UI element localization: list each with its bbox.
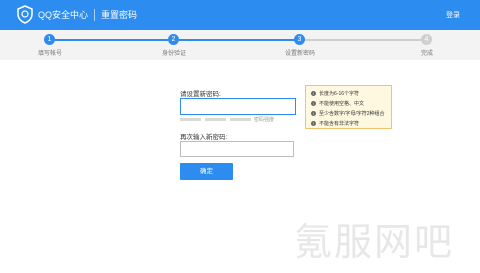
brand-name: QQ安全中心 (38, 10, 89, 20)
strength-bar-3 (230, 118, 251, 121)
strength-bar-2 (205, 118, 226, 121)
step-connector-3 (305, 39, 421, 41)
step-4-number: 4 (421, 34, 432, 45)
shield-logo-icon (17, 5, 33, 24)
strength-bar-1 (180, 118, 201, 121)
password-rules-tooltip: ! 长度为6-16个字符 ! 不能使用空格、中文 ! 至少含数字/字母/字符2种组合 … (305, 85, 392, 129)
submit-button[interactable]: 确定 (180, 163, 233, 180)
step-1-number: 1 (44, 34, 55, 45)
strength-text: 密码强度 (254, 117, 275, 123)
login-link[interactable]: 登录 (446, 10, 460, 20)
info-icon: ! (311, 91, 316, 97)
step-4-label: 完成 (420, 51, 433, 57)
info-icon: ! (311, 111, 316, 117)
page-title: 重置密码 (101, 10, 138, 20)
confirm-password-input[interactable] (180, 141, 294, 157)
new-password-label: 请设置新密码: (180, 91, 221, 98)
info-icon: ! (311, 101, 316, 107)
step-1-label: 填写帐号 (37, 51, 62, 57)
rule-item: ! 不能使用空格、中文 (311, 101, 365, 107)
top-header: QQ安全中心 重置密码 登录 (0, 0, 480, 30)
step-3-label: 设置新密码 (284, 51, 315, 57)
step-connector-2 (179, 39, 295, 41)
rule-item: ! 不能含有非法字符 (311, 121, 360, 127)
watermark: 氪服网吧 (294, 222, 455, 264)
rule-item: ! 长度为6-16个字符 (311, 91, 360, 97)
step-connector-1 (55, 39, 168, 41)
step-2-number: 2 (168, 34, 179, 45)
step-progress-bar: 1 填写帐号 2 身份验证 3 设置新密码 4 完成 (0, 30, 480, 60)
step-2-label: 身份验证 (161, 51, 186, 57)
header-divider (94, 9, 95, 21)
confirm-password-label: 再次输入新密码: (180, 134, 228, 141)
rule-item: ! 至少含数字/字母/字符2种组合 (311, 111, 385, 117)
step-3-number: 3 (294, 34, 305, 45)
new-password-input[interactable] (180, 98, 296, 115)
info-icon: ! (311, 121, 316, 127)
